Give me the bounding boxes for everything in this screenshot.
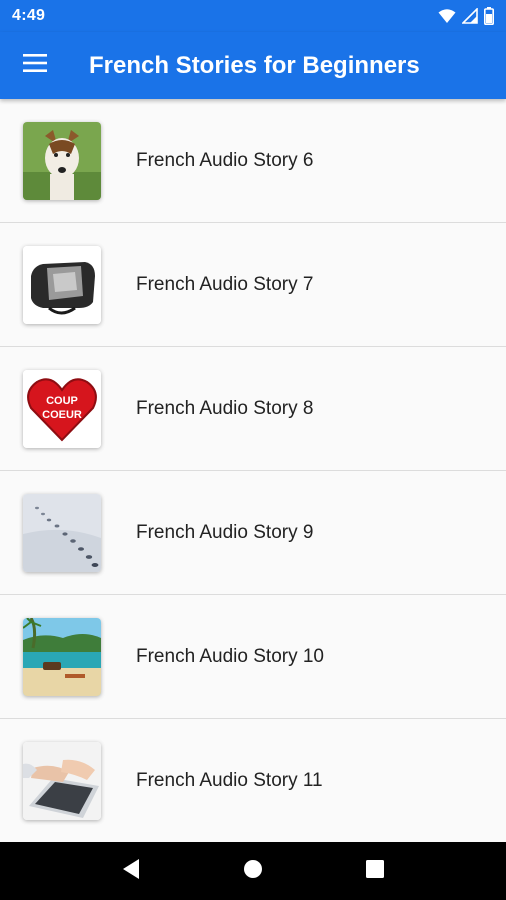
story-list: French Audio Story 6 French Audio Story …: [0, 99, 506, 842]
app-bar: French Stories for Beginners: [0, 32, 506, 99]
hamburger-menu-icon: [23, 54, 47, 77]
status-time: 4:49: [12, 7, 46, 24]
wifi-icon: [438, 8, 456, 24]
story-title: French Audio Story 10: [136, 645, 324, 667]
story-title: French Audio Story 11: [136, 769, 323, 791]
heart-image: COUP COEUR: [23, 369, 101, 448]
back-button[interactable]: [111, 851, 151, 891]
snow-footprints-image: [23, 493, 101, 572]
beach-image: [23, 617, 101, 696]
status-icons: [438, 7, 494, 25]
story-list-item[interactable]: French Audio Story 11: [0, 719, 506, 842]
battery-icon: [484, 7, 494, 25]
story-list-item[interactable]: French Audio Story 7: [0, 223, 506, 347]
story-title: French Audio Story 7: [136, 273, 314, 295]
signal-icon: [462, 8, 478, 24]
recents-icon: [366, 859, 384, 883]
bag-image: [23, 245, 101, 324]
laptop-typing-image: [23, 741, 101, 820]
heart-text-bottom: COEUR: [42, 409, 82, 421]
recents-button[interactable]: [355, 851, 395, 891]
dog-image: [23, 121, 101, 200]
story-list-item[interactable]: French Audio Story 10: [0, 595, 506, 719]
story-list-item[interactable]: French Audio Story 6: [0, 99, 506, 223]
story-list-item[interactable]: French Audio Story 9: [0, 471, 506, 595]
story-title: French Audio Story 8: [136, 397, 314, 419]
app-title: French Stories for Beginners: [89, 51, 420, 79]
menu-button[interactable]: [0, 32, 70, 99]
home-icon: [243, 859, 263, 884]
story-list-item[interactable]: COUP COEUR French Audio Story 8: [0, 347, 506, 471]
story-title: French Audio Story 6: [136, 149, 314, 171]
story-title: French Audio Story 9: [136, 521, 314, 543]
heart-text-top: COUP: [46, 395, 78, 407]
home-button[interactable]: [233, 851, 273, 891]
navigation-bar: [0, 842, 506, 900]
back-icon: [121, 858, 141, 885]
status-bar: 4:49: [0, 0, 506, 32]
